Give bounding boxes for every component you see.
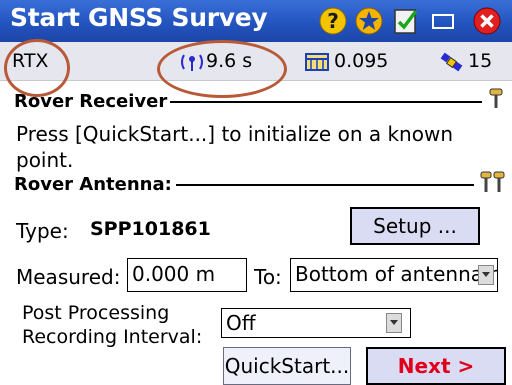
receiver-antenna-icon: [488, 88, 504, 114]
recording-interval-select[interactable]: Off: [221, 308, 411, 338]
close-icon[interactable]: [472, 6, 502, 36]
chevron-down-icon[interactable]: [386, 313, 402, 333]
favorite-star-icon[interactable]: [354, 6, 384, 36]
recording-interval-value: Off: [226, 311, 256, 335]
to-label: To:: [254, 265, 282, 289]
quickstart-button[interactable]: QuickStart...: [223, 347, 351, 385]
post-processing-label: Post Processing: [22, 302, 170, 324]
checklist-icon[interactable]: [391, 6, 421, 36]
radio-latency[interactable]: 9.6 s: [206, 50, 252, 72]
section-divider: [176, 184, 474, 186]
satellite-icon: [440, 51, 464, 78]
rover-antenna-header: Rover Antenna:: [14, 174, 172, 195]
help-icon[interactable]: ?: [318, 6, 348, 36]
antenna-type-value: SPP101861: [90, 218, 211, 240]
next-button[interactable]: Next >: [366, 347, 506, 385]
radio-signal-icon: [180, 52, 204, 77]
recording-interval-label: Recording Interval:: [22, 326, 203, 348]
rover-receiver-header: Rover Receiver: [14, 91, 168, 112]
measure-to-select[interactable]: Bottom of antenna r: [290, 258, 498, 292]
measure-to-value: Bottom of antenna r: [295, 262, 498, 286]
setup-button[interactable]: Setup ...: [350, 207, 480, 245]
antenna-pair-icon: [480, 170, 506, 198]
measured-label: Measured:: [16, 265, 121, 289]
rtx-mode-indicator[interactable]: RTX: [12, 50, 48, 72]
satellite-count[interactable]: 15: [468, 50, 492, 72]
precision-icon: [305, 53, 329, 76]
precision-value[interactable]: 0.095: [334, 50, 388, 72]
svg-text:?: ?: [327, 9, 339, 33]
measured-height-input[interactable]: 0.000 m: [127, 258, 247, 292]
title-bar: Start GNSS Survey ?: [0, 0, 512, 42]
minimize-icon[interactable]: [428, 6, 458, 36]
status-bar: RTX 9.6 s 0.095 15: [0, 42, 512, 81]
quickstart-instruction: Press [QuickStart...] to initialize on a…: [16, 122, 454, 172]
chevron-down-icon[interactable]: [478, 265, 494, 285]
section-divider: [170, 101, 482, 103]
window-title: Start GNSS Survey: [10, 3, 268, 32]
antenna-type-label: Type:: [16, 219, 69, 243]
